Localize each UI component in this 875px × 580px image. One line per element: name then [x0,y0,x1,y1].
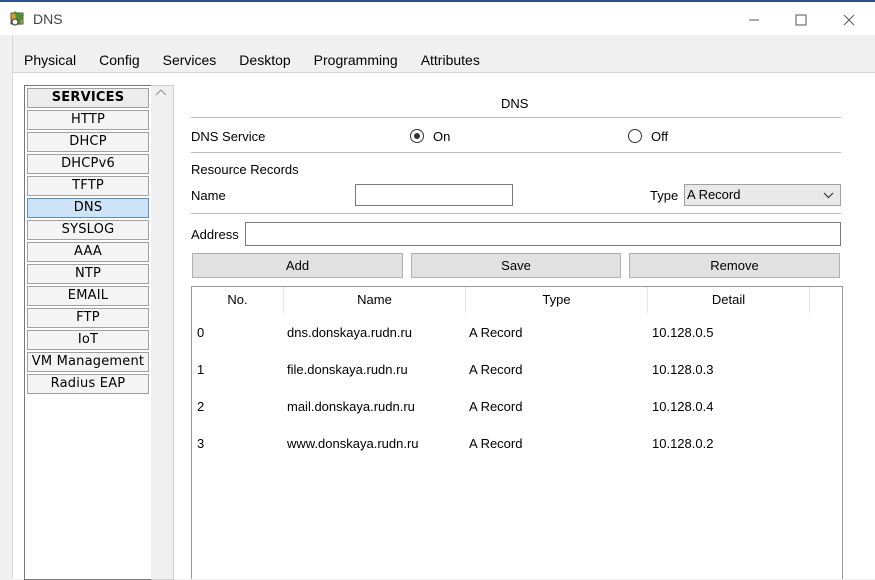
row-detail: 10.128.0.3 [652,362,714,377]
type-select[interactable]: A Record [684,184,841,206]
packet-tracer-app-icon [10,11,24,26]
maximize-button[interactable] [778,4,824,36]
records-table: No. Name Type Detail 0 dns.donskaya.rudn… [191,286,843,579]
row-name: file.donskaya.rudn.ru [287,362,408,377]
tab-config[interactable]: Config [88,47,151,73]
service-item-aaa[interactable]: AAA [27,242,149,262]
column-header-no[interactable]: No. [192,287,284,313]
row-name: mail.donskaya.rudn.ru [287,399,415,414]
divider [191,152,841,153]
service-item-radius-eap[interactable]: Radius EAP [27,374,149,394]
service-item-vm-management[interactable]: VM Management [27,352,149,372]
remove-button[interactable]: Remove [629,253,840,278]
service-item-dhcp[interactable]: DHCP [27,132,149,152]
service-item-ftp[interactable]: FTP [27,308,149,328]
dns-on-label[interactable]: On [433,129,450,144]
row-detail: 10.128.0.5 [652,325,714,340]
row-type: A Record [469,399,523,414]
close-icon [843,14,855,26]
address-label: Address [191,227,239,242]
services-header: SERVICES [27,88,149,108]
row-number: 3 [197,436,205,451]
tab-attributes[interactable]: Attributes [409,47,492,73]
address-input[interactable] [245,222,841,246]
row-number: 2 [197,399,205,414]
dns-off-radio[interactable] [628,129,642,143]
name-label: Name [191,188,226,203]
tab-physical[interactable]: Physical [13,47,88,73]
divider [191,117,841,118]
row-number: 1 [197,362,205,377]
tab-programming[interactable]: Programming [303,47,410,73]
type-label: Type [650,188,679,203]
row-detail: 10.128.0.2 [652,436,714,451]
service-item-tftp[interactable]: TFTP [27,176,149,196]
divider [191,213,841,214]
column-header-name[interactable]: Name [284,287,466,313]
minimize-icon [749,19,759,21]
column-header-detail[interactable]: Detail [648,287,810,313]
dns-on-radio[interactable] [410,129,424,143]
panel-title: DNS [501,96,529,111]
row-detail: 10.128.0.4 [652,399,714,414]
dns-service-label: DNS Service [191,129,266,144]
close-button[interactable] [826,4,872,36]
service-item-email[interactable]: EMAIL [27,286,149,306]
window-title: DNS [33,11,63,27]
add-button[interactable]: Add [192,253,403,278]
minimize-button[interactable] [731,4,777,36]
service-item-dns[interactable]: DNS [27,198,149,218]
row-type: A Record [469,436,523,451]
services-list: SERVICES HTTP DHCP DHCPv6 TFTP DNS SYSLO… [24,85,152,580]
row-type: A Record [469,325,523,340]
save-button[interactable]: Save [411,253,621,278]
services-scrollbar[interactable] [151,85,174,580]
service-item-http[interactable]: HTTP [27,110,149,130]
title-bar: DNS [0,2,875,35]
resource-records-label: Resource Records [191,162,299,177]
maximize-icon [795,14,807,26]
radio-selected-dot [414,133,420,139]
chevron-down-icon [823,192,834,199]
tab-desktop[interactable]: Desktop [228,47,302,73]
type-select-value: A Record [687,187,741,202]
service-item-dhcpv6[interactable]: DHCPv6 [27,154,149,174]
service-item-syslog[interactable]: SYSLOG [27,220,149,240]
scroll-up-icon[interactable] [155,88,167,98]
name-input[interactable] [355,184,513,206]
service-item-ntp[interactable]: NTP [27,264,149,284]
row-name: www.donskaya.rudn.ru [287,436,419,451]
row-number: 0 [197,325,205,340]
column-header-type[interactable]: Type [466,287,648,313]
row-type: A Record [469,362,523,377]
service-item-iot[interactable]: IoT [27,330,149,350]
row-name: dns.donskaya.rudn.ru [287,325,413,340]
dns-off-label[interactable]: Off [651,129,668,144]
tab-bar: Physical Config Services Desktop Program… [13,47,492,76]
